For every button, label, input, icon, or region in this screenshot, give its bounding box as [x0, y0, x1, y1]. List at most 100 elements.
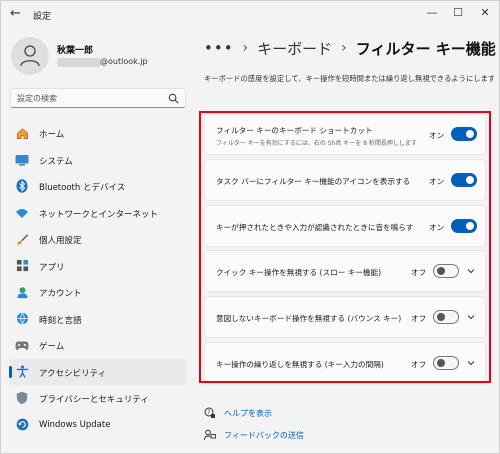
maximize-button[interactable]: ☐	[448, 5, 468, 21]
toggle-knob	[466, 130, 474, 138]
setting-title: キー操作の繰り返しを無視する (キー入力の間隔)	[216, 359, 384, 369]
avatar	[11, 37, 49, 75]
setting-title: クイック キー操作を無視する (スロー キー機能)	[216, 268, 382, 278]
person-icon	[20, 45, 40, 67]
sidebar-item-system[interactable]: システム	[9, 147, 187, 173]
chevron-right-icon: ›	[242, 40, 249, 56]
setting-subtitle: フィルター キーを有効にするには、右の Shift キーを 8 秒間長押しします	[216, 140, 417, 147]
toggle-knob	[437, 358, 445, 367]
shield-icon	[15, 391, 29, 405]
sidebar-item-personalization[interactable]: 個人用設定	[9, 226, 187, 252]
gaming-icon	[15, 338, 29, 352]
sidebar-item-home[interactable]: ホーム	[9, 120, 187, 146]
toggle-knob	[437, 313, 445, 322]
chevron-down-icon[interactable]	[466, 358, 476, 368]
toggle-state-label: オフ	[411, 314, 427, 324]
network-icon	[15, 206, 29, 220]
sidebar-item-label: Windows Update	[39, 419, 111, 430]
setting-card-shortcut: フィルター キーのキーボード ショートカット フィルター キーを有効にするには、…	[204, 113, 486, 155]
bluetooth-icon	[15, 179, 29, 193]
sidebar-item-accessibility[interactable]: アクセシビリティ	[9, 358, 187, 385]
sidebar-item-label: ネットワークとインターネット	[39, 209, 159, 220]
toggle-state-label: オフ	[411, 359, 427, 369]
setting-title: フィルター キーのキーボード ショートカット	[216, 126, 373, 135]
time-language-icon	[15, 312, 29, 326]
search-icon[interactable]	[168, 93, 179, 104]
settings-search[interactable]	[10, 88, 186, 108]
sidebar-item-label: ホーム	[39, 130, 65, 140]
toggle-knob	[437, 267, 445, 276]
taskbar-icon-toggle[interactable]	[451, 172, 477, 187]
setting-card-taskbar-icon: タスク バーにフィルター キー機能のアイコンを表示する オン	[204, 158, 486, 201]
title-bar: ← 設定 — ☐ ✕	[1, 1, 499, 29]
filter-keys-settings: フィルター キーのキーボード ショートカット フィルター キーを有効にするには、…	[204, 113, 486, 388]
search-input[interactable]	[17, 92, 167, 105]
svg-text:?: ?	[207, 409, 210, 416]
feedback-icon	[204, 429, 216, 441]
sidebar-item-privacy[interactable]: プライバシーとセキュリティ	[9, 385, 187, 411]
toggle-state-label: オン	[429, 222, 445, 232]
apps-icon	[15, 259, 29, 273]
user-email: @outlook.jp	[100, 57, 148, 66]
setting-title: タスク バーにフィルター キー機能のアイコンを表示する	[216, 176, 411, 186]
sound-toggle[interactable]	[451, 218, 477, 233]
toggle-knob	[466, 221, 474, 230]
repeat-keys-toggle[interactable]	[433, 355, 459, 370]
user-profile[interactable]: 秋葉一郎 @outlook.jp	[11, 37, 191, 77]
user-name: 秋葉一郎	[57, 46, 94, 56]
toggle-state-label: オフ	[411, 268, 427, 278]
sidebar-item-apps[interactable]: アプリ	[9, 253, 187, 279]
sidebar-item-label: 個人用設定	[39, 236, 82, 246]
sidebar-item-accounts[interactable]: アカウント	[9, 279, 187, 305]
sidebar-nav: ホーム システム Bluetooth とデバイス ネットワークとインターネット …	[9, 120, 187, 438]
setting-card-slow-keys[interactable]: クイック キー操作を無視する (スロー キー機能) オフ	[204, 250, 486, 293]
close-button[interactable]: ✕	[475, 5, 495, 21]
sidebar-item-label: 時刻と言語	[39, 315, 82, 326]
system-icon	[15, 153, 29, 167]
page-title: フィルター キー機能	[355, 39, 496, 58]
brush-icon	[15, 232, 29, 246]
sidebar-item-bluetooth[interactable]: Bluetooth とデバイス	[9, 173, 187, 199]
sidebar-item-network[interactable]: ネットワークとインターネット	[9, 200, 187, 226]
update-icon	[15, 418, 29, 432]
sidebar-item-label: Bluetooth とデバイス	[39, 183, 126, 193]
accessibility-icon	[15, 365, 29, 379]
back-arrow-icon[interactable]: ←	[10, 7, 24, 21]
setting-card-sound: キーが押されたときや入力が認識されたときに音を鳴らす オン	[204, 204, 486, 247]
setting-title: 意図しないキーボード操作を無視する (バウンス キー)	[216, 314, 402, 324]
sidebar-item-label: アカウント	[39, 289, 82, 299]
page-description: キーボードの感度を設定して、キー操作を短時間または繰り返し無視できるようにします…	[204, 74, 494, 83]
slow-keys-toggle[interactable]	[433, 264, 459, 279]
feedback-link-text[interactable]: フィードバックの送信	[224, 430, 304, 441]
shortcut-toggle[interactable]	[451, 127, 477, 141]
help-link-text[interactable]: ヘルプを表示	[224, 408, 272, 419]
settings-window: ← 設定 — ☐ ✕ 秋葉一郎 @outlook.jp ホーム	[0, 0, 500, 454]
breadcrumb-overflow[interactable]: •••	[204, 39, 234, 57]
sidebar-item-gaming[interactable]: ゲーム	[9, 332, 187, 358]
sidebar-item-label: ゲーム	[39, 342, 65, 352]
breadcrumb-keyboard[interactable]: キーボード	[257, 38, 332, 59]
sidebar-item-time-language[interactable]: 時刻と言語	[9, 306, 187, 332]
sidebar-item-label: プライバシーとセキュリティ	[39, 395, 149, 405]
sidebar-item-label: システム	[39, 156, 73, 167]
app-title: 設定	[33, 12, 52, 22]
breadcrumb: ••• › キーボード › フィルター キー機能	[204, 37, 496, 59]
toggle-knob	[466, 175, 474, 184]
email-redacted	[57, 58, 101, 67]
account-icon	[15, 285, 29, 299]
minimize-button[interactable]: —	[422, 5, 442, 21]
setting-card-bounce-keys[interactable]: 意図しないキーボード操作を無視する (バウンス キー) オフ	[204, 296, 486, 339]
setting-title: キーが押されたときや入力が認識されたときに音を鳴らす	[216, 222, 414, 232]
sidebar-item-windows-update[interactable]: Windows Update	[9, 412, 187, 438]
bounce-keys-toggle[interactable]	[433, 310, 459, 325]
help-icon: ?	[204, 407, 215, 418]
setting-card-repeat-keys[interactable]: キー操作の繰り返しを無視する (キー入力の間隔) オフ	[204, 341, 486, 384]
chevron-down-icon[interactable]	[466, 312, 476, 322]
sidebar-item-label: アプリ	[39, 262, 65, 273]
sidebar-item-label: アクセシビリティ	[39, 368, 107, 379]
chevron-down-icon[interactable]	[466, 266, 476, 276]
chevron-right-icon: ›	[341, 40, 347, 56]
home-icon	[15, 126, 29, 140]
toggle-state-label: オン	[429, 176, 445, 186]
toggle-state-label: オン	[429, 131, 445, 140]
